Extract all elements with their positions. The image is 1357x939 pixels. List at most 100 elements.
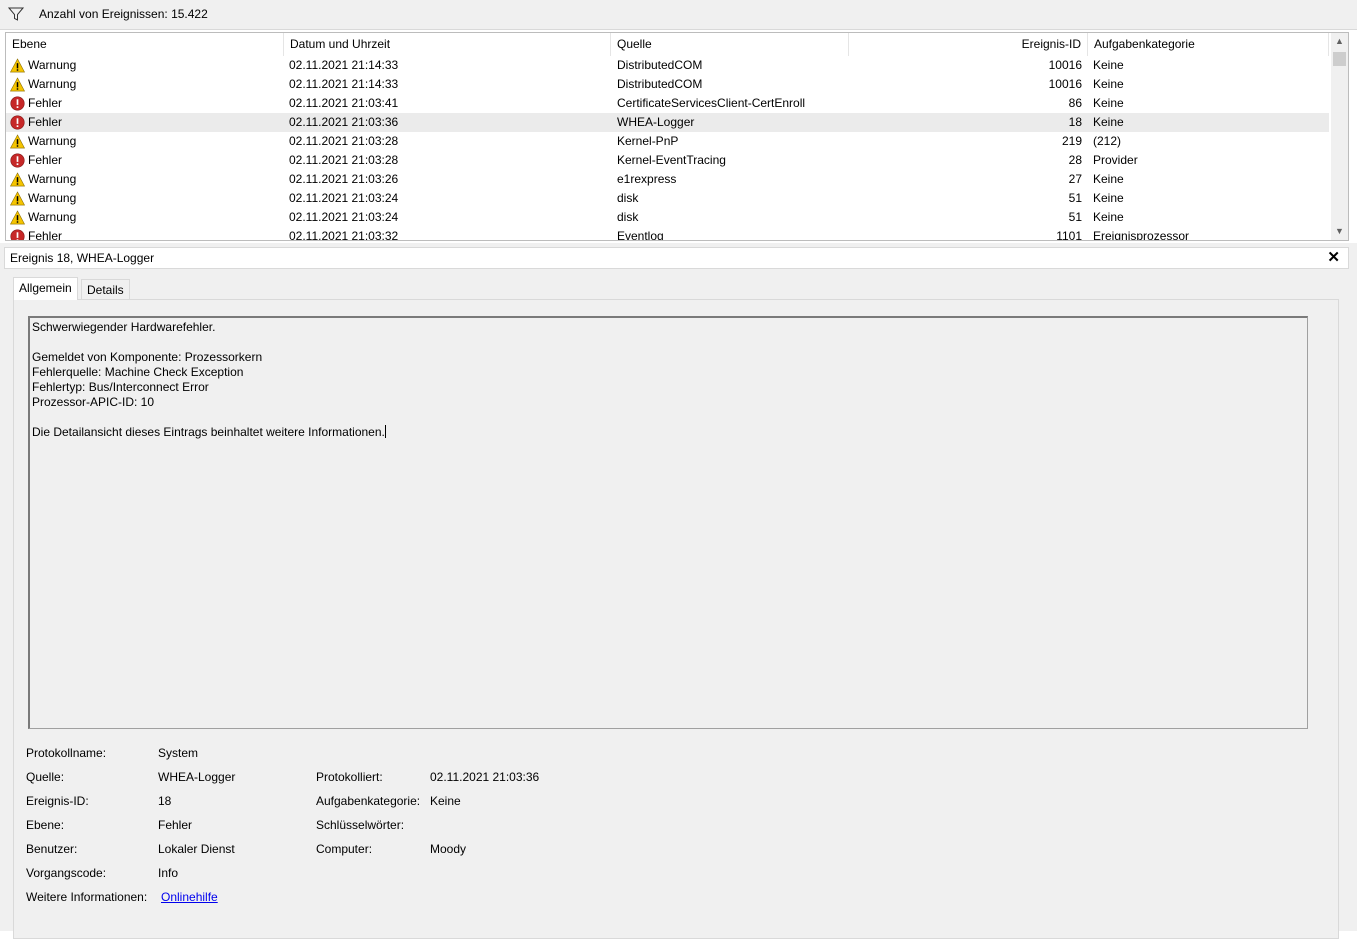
event-detail-pane: Ereignis 18, WHEA-Logger ✕ Allgemein Det… (0, 247, 1357, 939)
table-row[interactable]: Fehler 02.11.2021 21:03:36 WHEA-Logger 18 Ke… (6, 113, 1329, 132)
message-line (32, 410, 1305, 425)
task-category-cell: Keine (1093, 96, 1124, 110)
date-cell: 02.11.2021 21:03:28 (289, 153, 399, 167)
online-help-link[interactable]: Onlinehilfe (161, 890, 218, 904)
date-cell: 02.11.2021 21:03:28 (289, 134, 399, 148)
logged-label: Protokolliert: (316, 770, 383, 784)
task-category-cell: Keine (1093, 115, 1124, 129)
filter-funnel-icon[interactable] (8, 6, 24, 22)
column-header-source[interactable]: Quelle (611, 33, 849, 56)
event-rows: Warnung 02.11.2021 21:14:33 DistributedCOM… (6, 56, 1329, 241)
error-icon (10, 153, 25, 168)
source-cell: CertificateServicesClient-CertEnroll (617, 96, 806, 110)
source-cell: DistributedCOM (617, 58, 703, 72)
table-row[interactable]: Fehler 02.11.2021 21:03:32 Eventlog 1101 Ere… (6, 227, 1329, 241)
task-category-cell: Provider (1093, 153, 1138, 167)
table-row[interactable]: Warnung 02.11.2021 21:14:33 DistributedCOM… (6, 75, 1329, 94)
message-line-last: Die Detailansicht dieses Eintrags beinha… (32, 425, 1305, 440)
table-row[interactable]: Warnung 02.11.2021 21:14:33 DistributedCOM… (6, 56, 1329, 75)
warning-icon (9, 77, 26, 92)
scroll-up-icon[interactable]: ▲ (1331, 33, 1348, 50)
computer-value: Moody (430, 842, 467, 856)
event-id-cell: 86 (1068, 96, 1082, 110)
message-line (32, 335, 1305, 350)
warning-icon (9, 210, 26, 225)
level-cell: Fehler (28, 115, 63, 129)
scroll-thumb[interactable] (1333, 52, 1346, 66)
event-id-value: 18 (158, 794, 172, 808)
date-cell: 02.11.2021 21:03:24 (289, 191, 399, 205)
tab-details[interactable]: Details (81, 279, 130, 300)
source-cell: DistributedCOM (617, 77, 703, 91)
table-row[interactable]: Warnung 02.11.2021 21:03:26 e1rexpress 27 Ke… (6, 170, 1329, 189)
message-line-text: Die Detailansicht dieses Eintrags beinha… (32, 425, 385, 439)
event-id-cell: 1101 (1056, 229, 1082, 241)
event-id-cell: 51 (1068, 191, 1082, 205)
table-row[interactable]: Warnung 02.11.2021 21:03:24 disk 51 Keine (6, 208, 1329, 227)
source-cell: Kernel-PnP (617, 134, 679, 148)
date-cell: 02.11.2021 21:03:36 (289, 115, 399, 129)
message-line: Fehlertyp: Bus/Interconnect Error (32, 380, 209, 394)
event-id-cell: 10016 (1048, 77, 1082, 91)
source-cell: Eventlog (617, 229, 664, 241)
more-info-label: Weitere Informationen: (26, 890, 148, 904)
message-line: Prozessor-APIC-ID: 10 (32, 395, 155, 409)
user-value: Lokaler Dienst (158, 842, 235, 856)
detail-header: Ereignis 18, WHEA-Logger ✕ (4, 247, 1349, 269)
error-icon (10, 115, 25, 130)
table-row[interactable]: Warnung 02.11.2021 21:03:28 Kernel-PnP 219 (… (6, 132, 1329, 151)
task-category-cell: Keine (1093, 77, 1124, 91)
date-cell: 02.11.2021 21:14:33 (289, 58, 399, 72)
error-icon (10, 229, 25, 240)
event-id-cell: 219 (1061, 134, 1082, 148)
vertical-scrollbar[interactable]: ▲ ▼ (1331, 33, 1348, 240)
filter-bar: Anzahl von Ereignissen: 15.422 (0, 0, 1357, 30)
column-header-date[interactable]: Datum und Uhrzeit (284, 33, 611, 56)
event-id-cell: 27 (1068, 172, 1082, 186)
keywords-label: Schlüsselwörter: (316, 818, 405, 832)
level-cell: Warnung (28, 172, 77, 186)
event-id-cell: 18 (1068, 115, 1082, 129)
level-cell: Warnung (28, 191, 77, 205)
message-line: Schwerwiegender Hardwarefehler. (32, 320, 216, 334)
column-header-level[interactable]: Ebene (6, 33, 284, 56)
text-caret (384, 425, 386, 438)
warning-icon (9, 191, 26, 206)
event-list[interactable]: Ebene Datum und Uhrzeit Quelle Ereignis-… (5, 32, 1349, 241)
log-name-value: System (158, 746, 199, 760)
column-header-task-category[interactable]: Aufgabenkategorie (1088, 33, 1329, 56)
task-category-label: Aufgabenkategorie: (316, 794, 421, 808)
level-cell: Warnung (28, 210, 77, 224)
warning-icon (9, 172, 26, 187)
detail-title: Ereignis 18, WHEA-Logger (10, 251, 155, 265)
event-id-label: Ereignis-ID: (26, 794, 89, 808)
source-value: WHEA-Logger (158, 770, 236, 784)
scroll-down-icon[interactable]: ▼ (1331, 223, 1348, 240)
date-cell: 02.11.2021 21:03:24 (289, 210, 399, 224)
task-category-cell: Keine (1093, 210, 1124, 224)
close-icon[interactable]: ✕ (1327, 248, 1340, 266)
level-cell: Warnung (28, 77, 77, 91)
source-cell: disk (617, 210, 639, 224)
level-cell: Warnung (28, 58, 77, 72)
error-icon (10, 96, 25, 111)
task-category-cell: Keine (1093, 58, 1124, 72)
date-cell: 02.11.2021 21:03:41 (289, 96, 399, 110)
task-category-cell: (212) (1093, 134, 1122, 148)
table-row[interactable]: Fehler 02.11.2021 21:03:41 CertificateServ… (6, 94, 1329, 113)
level-cell: Fehler (28, 153, 63, 167)
level-value: Fehler (158, 818, 193, 832)
source-cell: WHEA-Logger (617, 115, 695, 129)
table-row[interactable]: Warnung 02.11.2021 21:03:24 disk 51 Keine (6, 189, 1329, 208)
opcode-label: Vorgangscode: (26, 866, 107, 880)
level-cell: Fehler (28, 229, 63, 241)
source-cell: Kernel-EventTracing (617, 153, 726, 167)
table-row[interactable]: Fehler 02.11.2021 21:03:28 Kernel-EventTra… (6, 151, 1329, 170)
event-message-textbox[interactable]: Schwerwiegender Hardwarefehler. Gemeldet… (28, 316, 1308, 729)
task-category-cell: Ereignisprozessor (1093, 229, 1190, 241)
column-header-event-id[interactable]: Ereignis-ID (849, 33, 1088, 56)
user-label: Benutzer: (26, 842, 78, 856)
tab-general[interactable]: Allgemein (13, 277, 78, 300)
message-line: Gemeldet von Komponente: Prozessorkern (32, 350, 263, 364)
event-id-cell: 28 (1068, 153, 1082, 167)
